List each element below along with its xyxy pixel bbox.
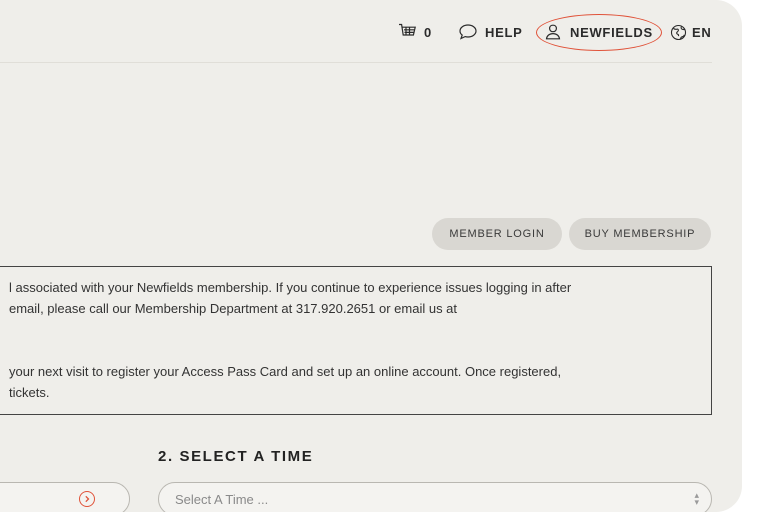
notice-line: tickets. <box>9 385 50 400</box>
chevron-right-circle-icon[interactable] <box>79 491 95 507</box>
notice-line: your next visit to register your Access … <box>9 364 562 379</box>
language-selector[interactable]: EN <box>670 22 711 42</box>
globe-icon <box>670 24 687 41</box>
membership-notice: l associated with your Newfields members… <box>0 266 712 415</box>
select-time-heading: 2. SELECT A TIME <box>158 448 314 465</box>
cart-icon <box>398 23 417 41</box>
chat-bubble-icon <box>458 23 478 41</box>
notice-line: email, please call our Membership Depart… <box>9 301 458 316</box>
cart-count: 0 <box>424 24 432 40</box>
language-label: EN <box>692 24 712 40</box>
header-divider <box>0 62 712 63</box>
notice-line: l associated with your Newfields members… <box>9 280 572 295</box>
notice-line <box>0 340 711 361</box>
highlight-annotation <box>536 14 662 51</box>
help-label: HELP <box>485 24 523 40</box>
time-select-placeholder: Select A Time ... <box>175 491 269 507</box>
member-login-button[interactable]: MEMBER LOGIN <box>432 218 562 250</box>
notice-line <box>0 319 711 340</box>
buy-membership-button[interactable]: BUY MEMBERSHIP <box>569 218 711 250</box>
date-picker-field[interactable] <box>0 482 130 512</box>
cart-link[interactable]: 0 <box>398 22 432 42</box>
top-navigation: 0 HELP NEWFIELDS EN <box>0 0 742 62</box>
select-arrows-icon: ▴ ▾ <box>694 490 699 507</box>
ticket-page: 0 HELP NEWFIELDS EN MEMBER LOGIN BUY MEM… <box>0 0 742 512</box>
time-select[interactable]: Select A Time ... ▴ ▾ <box>158 482 712 512</box>
help-link[interactable]: HELP <box>458 22 522 42</box>
